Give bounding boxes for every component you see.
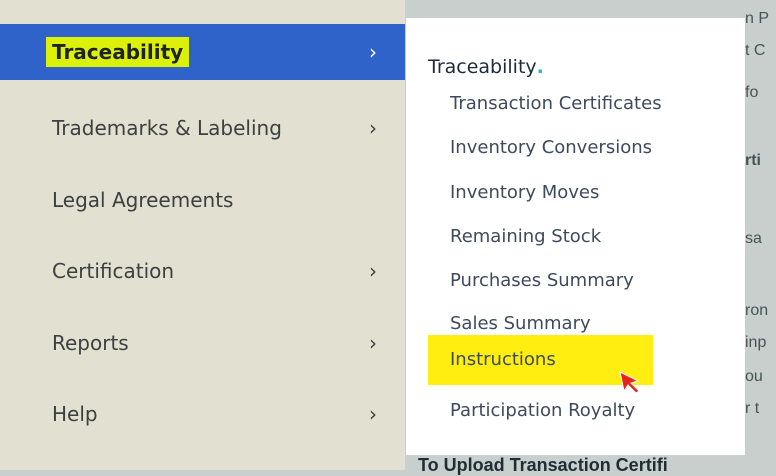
nav-item-trademarks-labeling[interactable]: Trademarks & Labeling › <box>0 100 405 156</box>
submenu-title: Traceability. <box>428 56 544 78</box>
bg-fragment: t C <box>745 42 766 59</box>
submenu-item-inventory-moves[interactable]: Inventory Moves <box>450 182 599 203</box>
bg-fragment: inp <box>745 334 767 351</box>
submenu-item-purchases-summary[interactable]: Purchases Summary <box>450 270 634 291</box>
nav-item-label: Legal Agreements <box>52 188 234 212</box>
chevron-right-icon: › <box>369 116 377 140</box>
submenu-item-remaining-stock[interactable]: Remaining Stock <box>450 226 601 247</box>
nav-item-label: Help <box>52 402 98 426</box>
chevron-right-icon: › <box>369 402 377 426</box>
nav-item-label: Reports <box>52 331 129 355</box>
submenu-item-transaction-certificates[interactable]: Transaction Certificates <box>450 93 662 114</box>
chevron-right-icon: › <box>369 331 377 355</box>
bg-fragment: r t <box>745 400 760 417</box>
nav-item-label: Certification <box>52 259 175 283</box>
main-nav-menu: Traceability › Trademarks & Labeling › L… <box>0 0 405 470</box>
bg-fragment: n P <box>745 10 770 27</box>
nav-item-certification[interactable]: Certification › <box>0 243 405 299</box>
nav-item-traceability[interactable]: Traceability › <box>0 24 405 80</box>
nav-item-reports[interactable]: Reports › <box>0 315 405 371</box>
nav-item-help[interactable]: Help › <box>0 386 405 442</box>
nav-item-legal-agreements[interactable]: Legal Agreements <box>0 172 405 228</box>
background-heading: To Upload Transaction Certifi <box>418 455 668 475</box>
mouse-pointer-icon <box>619 371 640 394</box>
bg-fragment: ou <box>745 368 763 385</box>
title-dot: . <box>536 56 544 78</box>
traceability-submenu: Traceability. Transaction Certificates I… <box>406 18 745 455</box>
nav-item-label: Traceability <box>46 37 190 67</box>
submenu-item-sales-summary[interactable]: Sales Summary <box>450 313 591 334</box>
bg-fragment: rti <box>745 152 761 169</box>
background-content: n P t C fo rti sa ron inp ou r t <box>745 0 776 470</box>
chevron-right-icon: › <box>369 40 377 64</box>
bg-fragment: ron <box>745 302 769 319</box>
submenu-item-participation-royalty[interactable]: Participation Royalty <box>450 400 635 421</box>
submenu-item-inventory-conversions[interactable]: Inventory Conversions <box>450 137 652 158</box>
bg-fragment: sa <box>745 230 762 247</box>
nav-item-label: Trademarks & Labeling <box>52 116 282 140</box>
submenu-title-text: Traceability <box>428 56 537 78</box>
bg-fragment: fo <box>745 84 759 101</box>
chevron-right-icon: › <box>369 259 377 283</box>
